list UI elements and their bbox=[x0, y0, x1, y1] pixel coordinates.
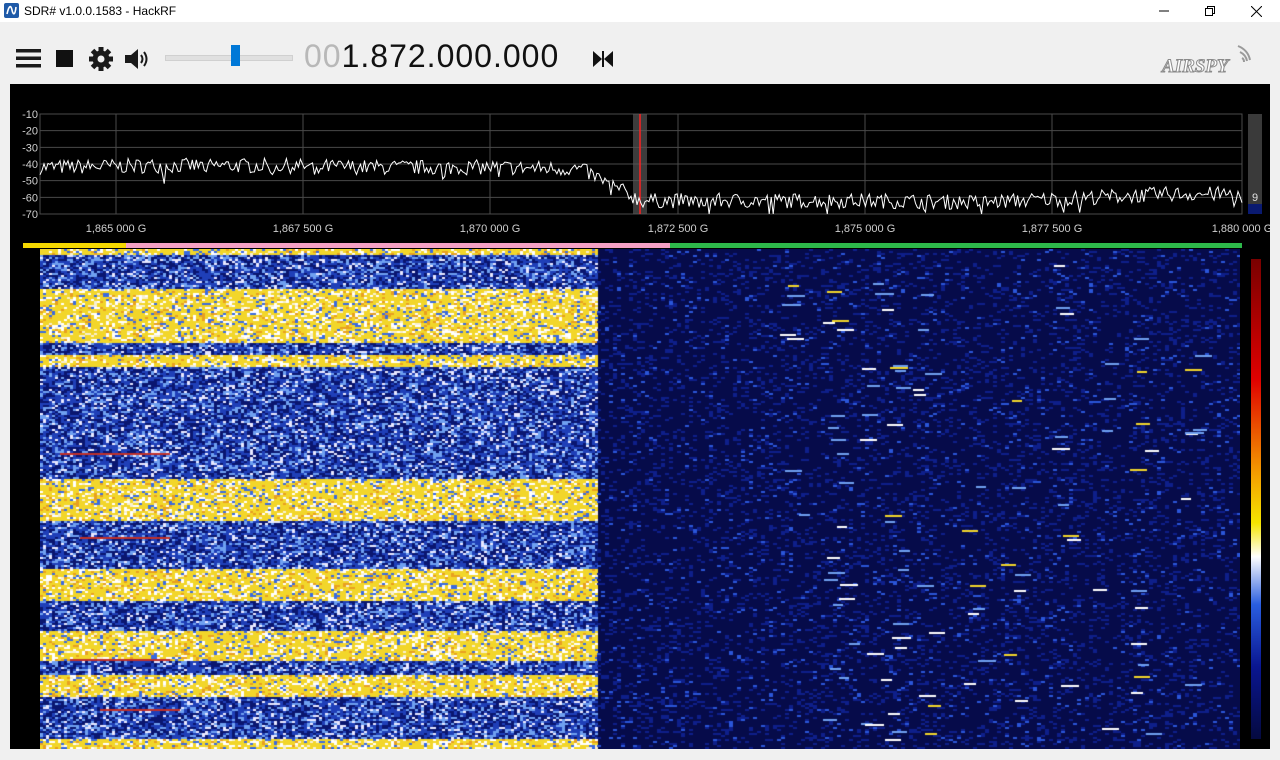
frequency-leading-digits[interactable]: 00 bbox=[304, 38, 342, 74]
waterfall-canvas[interactable] bbox=[40, 249, 1240, 749]
x-tick-label: 1,880 000 G bbox=[1212, 223, 1270, 235]
hamburger-menu-icon[interactable] bbox=[16, 47, 42, 69]
toolbar: 001.872.000.000 AIRSPY bbox=[0, 22, 1280, 84]
volume-slider-thumb[interactable] bbox=[231, 45, 240, 66]
window-title: SDR# v1.0.0.1583 - HackRF bbox=[24, 4, 177, 18]
y-tick-label: -40 bbox=[22, 159, 38, 171]
volume-slider-track[interactable] bbox=[165, 55, 293, 61]
frequency-main-digits[interactable]: 1.872.000.000 bbox=[342, 38, 560, 74]
airspy-logo: AIRSPY bbox=[1161, 45, 1251, 78]
app-icon bbox=[4, 3, 19, 18]
close-button[interactable] bbox=[1233, 0, 1279, 22]
restore-button[interactable] bbox=[1187, 0, 1233, 22]
y-tick-label: -30 bbox=[22, 142, 38, 154]
band-segment-pink[interactable] bbox=[126, 243, 670, 248]
tune-to-center-icon[interactable] bbox=[592, 50, 614, 68]
y-tick-label: -60 bbox=[22, 192, 38, 204]
minimize-icon bbox=[1159, 10, 1169, 12]
waterfall-color-scale bbox=[1251, 259, 1261, 739]
speaker-icon[interactable] bbox=[124, 47, 152, 71]
x-tick-label: 1,865 000 G bbox=[86, 223, 147, 235]
band-segment-green[interactable] bbox=[670, 243, 1242, 248]
x-tick-label: 1,877 500 G bbox=[1022, 223, 1083, 235]
y-tick-label: -10 bbox=[22, 109, 38, 121]
band-segment-yellow[interactable] bbox=[23, 243, 126, 248]
y-tick-label: -70 bbox=[22, 209, 38, 221]
minimize-button[interactable] bbox=[1141, 0, 1187, 22]
x-tick-label: 1,867 500 G bbox=[273, 223, 334, 235]
spectrum-analyzer[interactable]: -10 -20 -30 -40 -50 -60 -70 1,865 000 G 1,867 5… bbox=[10, 84, 1273, 241]
level-meter-fill bbox=[1248, 204, 1262, 214]
x-tick-label: 1,875 000 G bbox=[835, 223, 896, 235]
level-value: 9 bbox=[1252, 192, 1258, 204]
x-tick-label: 1,872 500 G bbox=[648, 223, 709, 235]
waterfall-display[interactable] bbox=[10, 249, 1270, 749]
spectrum-plot[interactable]: -10 -20 -30 -40 -50 -60 -70 1,865 000 G 1,867 5… bbox=[10, 84, 1273, 241]
restore-icon bbox=[1205, 6, 1215, 16]
band-plan-bar bbox=[10, 241, 1270, 249]
spectrum-y-axis: -10 -20 -30 -40 -50 -60 -70 bbox=[22, 109, 38, 221]
stop-icon[interactable] bbox=[56, 50, 74, 68]
y-tick-label: -20 bbox=[22, 126, 38, 138]
x-tick-label: 1,870 000 G bbox=[460, 223, 521, 235]
spectrum-x-axis: 1,865 000 G 1,867 500 G 1,870 000 G 1,872 5… bbox=[86, 223, 1273, 235]
title-bar: SDR# v1.0.0.1583 - HackRF bbox=[0, 0, 1280, 22]
close-icon bbox=[1250, 5, 1262, 17]
airspy-logo-text: AIRSPY bbox=[1161, 56, 1231, 77]
gear-icon[interactable] bbox=[88, 46, 114, 72]
y-tick-label: -50 bbox=[22, 176, 38, 188]
frequency-display[interactable]: 001.872.000.000 bbox=[304, 38, 559, 75]
